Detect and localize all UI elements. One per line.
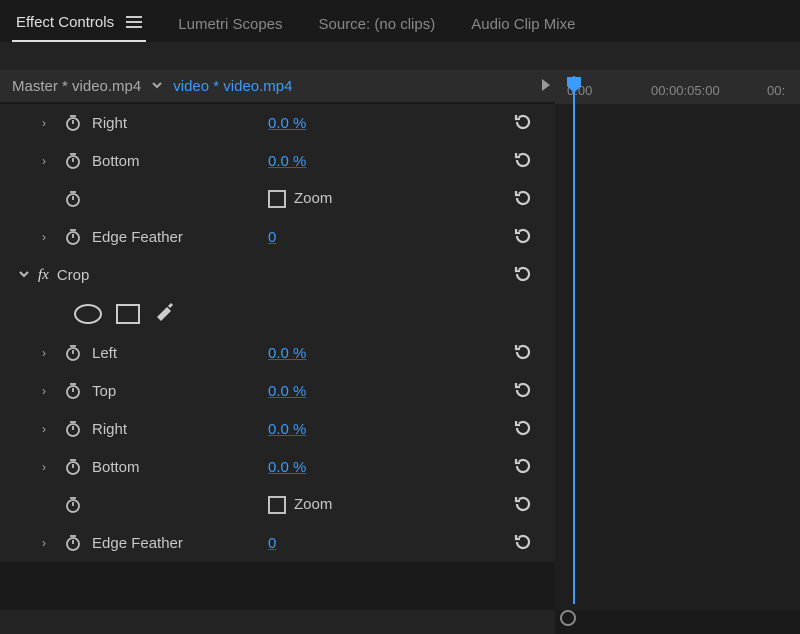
property-value[interactable]: 0 <box>268 535 276 552</box>
stopwatch-icon[interactable] <box>62 456 84 478</box>
expand-icon[interactable]: › <box>42 154 56 168</box>
property-row-crop-edge-feather: › Edge Feather 0 <box>0 524 555 562</box>
reset-icon[interactable] <box>513 112 535 134</box>
stopwatch-icon[interactable] <box>62 418 84 440</box>
expand-icon[interactable]: › <box>42 346 56 360</box>
master-clip-label[interactable]: Master * video.mp4 <box>12 78 141 95</box>
ellipse-mask-icon[interactable] <box>74 304 102 324</box>
property-value[interactable]: 0.0 % <box>268 115 306 132</box>
property-label: Edge Feather <box>92 535 183 552</box>
reset-icon[interactable] <box>513 532 535 554</box>
zoom-checkbox-wrap: Zoom <box>268 190 332 208</box>
bottom-spacer-left <box>0 610 555 634</box>
property-label: Zoom <box>294 190 332 207</box>
active-clip-label[interactable]: video * video.mp4 <box>173 78 292 95</box>
zoom-checkbox-wrap: Zoom <box>268 496 332 514</box>
property-row-crop-top: › Top 0.0 % <box>0 372 555 410</box>
reset-icon[interactable] <box>513 188 535 210</box>
panel-gap <box>0 42 800 70</box>
tab-lumetri-scopes[interactable]: Lumetri Scopes <box>174 10 286 41</box>
property-row-crop-right: › Right 0.0 % <box>0 410 555 448</box>
reset-icon[interactable] <box>513 380 535 402</box>
property-row-crop-bottom: › Bottom 0.0 % <box>0 448 555 486</box>
property-label: Zoom <box>294 496 332 513</box>
tab-audio-clip-mixer[interactable]: Audio Clip Mixe <box>467 10 579 41</box>
ruler-tick: 00: <box>767 83 785 98</box>
timeline-ruler[interactable]: 0:00 00:00:05:00 00: <box>555 76 800 104</box>
property-label: Right <box>92 115 127 132</box>
timeline-region[interactable] <box>555 104 800 634</box>
reset-icon[interactable] <box>513 342 535 364</box>
stopwatch-icon[interactable] <box>62 150 84 172</box>
pen-mask-icon[interactable] <box>154 302 178 326</box>
zoom-checkbox[interactable] <box>268 496 286 514</box>
zoom-checkbox[interactable] <box>268 190 286 208</box>
effect-title: Crop <box>57 267 90 284</box>
property-row-crop-left: › Left 0.0 % <box>0 334 555 372</box>
panel-menu-icon[interactable] <box>126 15 142 32</box>
property-label: Right <box>92 421 127 438</box>
stopwatch-icon[interactable] <box>62 380 84 402</box>
stopwatch-icon[interactable] <box>62 188 84 210</box>
property-value[interactable]: 0.0 % <box>268 383 306 400</box>
reset-icon[interactable] <box>513 494 535 516</box>
bottom-spacer-right <box>555 610 800 634</box>
expand-icon[interactable]: › <box>42 230 56 244</box>
mask-tools-row <box>0 294 555 334</box>
stopwatch-icon[interactable] <box>62 342 84 364</box>
property-label: Left <box>92 345 117 362</box>
reset-icon[interactable] <box>513 226 535 248</box>
effect-properties: › Right 0.0 % › Bottom 0.0 % › Zoom <box>0 104 555 562</box>
reset-icon[interactable] <box>513 456 535 478</box>
property-label: Bottom <box>92 459 140 476</box>
reset-icon[interactable] <box>513 264 535 286</box>
expand-icon[interactable]: › <box>42 460 56 474</box>
expand-icon[interactable]: › <box>42 536 56 550</box>
expand-icon[interactable]: › <box>42 422 56 436</box>
tab-label: Effect Controls <box>16 14 114 31</box>
reset-icon[interactable] <box>513 150 535 172</box>
property-row-right: › Right 0.0 % <box>0 104 555 142</box>
expand-icon[interactable]: › <box>42 116 56 130</box>
property-value[interactable]: 0.0 % <box>268 421 306 438</box>
reset-icon[interactable] <box>513 418 535 440</box>
collapse-icon[interactable] <box>18 268 32 283</box>
property-label: Bottom <box>92 153 140 170</box>
tab-effect-controls[interactable]: Effect Controls <box>12 8 146 42</box>
stopwatch-icon[interactable] <box>62 494 84 516</box>
expand-icon[interactable]: › <box>42 384 56 398</box>
property-value[interactable]: 0 <box>268 229 276 246</box>
property-row-zoom: › Zoom <box>0 180 555 218</box>
stopwatch-icon[interactable] <box>62 532 84 554</box>
property-value[interactable]: 0.0 % <box>268 153 306 170</box>
clip-dropdown-icon[interactable] <box>151 78 163 95</box>
effect-header-crop[interactable]: fx Crop <box>0 256 555 294</box>
playhead-handle[interactable] <box>566 76 582 94</box>
property-value[interactable]: 0.0 % <box>268 345 306 362</box>
ruler-tick: 00:00:05:00 <box>651 83 720 98</box>
playhead-line[interactable] <box>573 76 575 604</box>
property-label: Top <box>92 383 116 400</box>
timeline-zoom-handle[interactable] <box>560 610 576 626</box>
play-toggle-icon[interactable] <box>542 78 550 95</box>
property-row-crop-zoom: › Zoom <box>0 486 555 524</box>
stopwatch-icon[interactable] <box>62 226 84 248</box>
property-label: Edge Feather <box>92 229 183 246</box>
rectangle-mask-icon[interactable] <box>116 304 140 324</box>
stopwatch-icon[interactable] <box>62 112 84 134</box>
property-row-bottom: › Bottom 0.0 % <box>0 142 555 180</box>
property-row-edge-feather: › Edge Feather 0 <box>0 218 555 256</box>
fx-badge-icon[interactable]: fx <box>38 267 49 284</box>
property-value[interactable]: 0.0 % <box>268 459 306 476</box>
tab-source[interactable]: Source: (no clips) <box>315 10 440 41</box>
panel-tabs: Effect Controls Lumetri Scopes Source: (… <box>0 0 800 42</box>
